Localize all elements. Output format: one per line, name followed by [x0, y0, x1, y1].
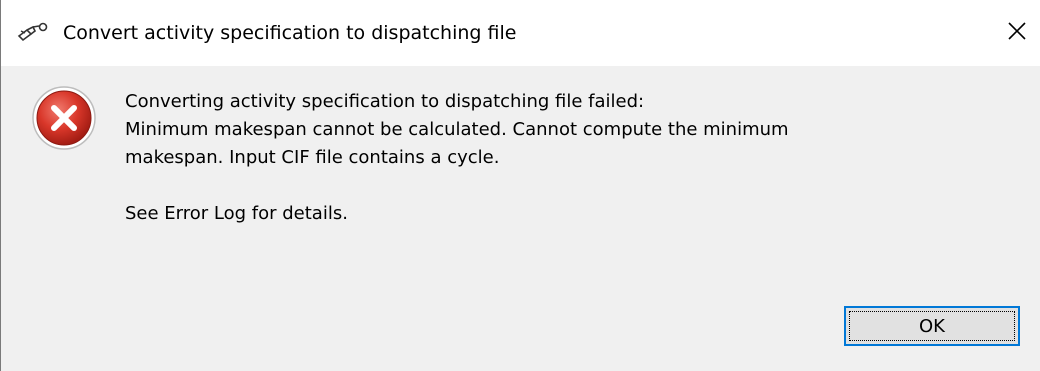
- error-dialog: Convert activity specification to dispat…: [0, 0, 1040, 371]
- close-button[interactable]: [994, 0, 1040, 66]
- error-message: Converting activity specification to dis…: [125, 88, 1005, 228]
- message-footer: See Error Log for details.: [125, 203, 348, 224]
- ok-button[interactable]: OK: [844, 306, 1020, 346]
- message-line: Minimum makespan cannot be calculated. C…: [125, 119, 789, 140]
- message-line: Converting activity specification to dis…: [125, 91, 645, 112]
- window-title: Convert activity specification to dispat…: [63, 22, 517, 44]
- tool-icon: [17, 22, 49, 44]
- message-line: makespan. Input CIF file contains a cycl…: [125, 147, 500, 168]
- close-icon: [1007, 21, 1027, 45]
- title-bar[interactable]: Convert activity specification to dispat…: [1, 0, 1040, 66]
- ok-button-label: OK: [919, 315, 945, 337]
- error-icon: [30, 84, 98, 152]
